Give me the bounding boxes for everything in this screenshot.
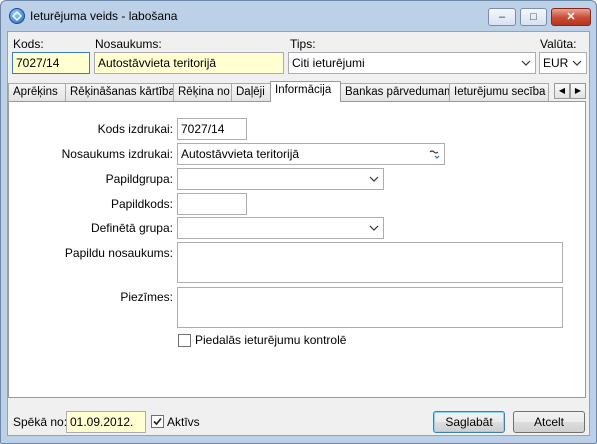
- valuta-label: Valūta:: [540, 37, 577, 51]
- tips-value: Citi ieturējumi: [292, 56, 365, 70]
- cancel-button[interactable]: Atcelt: [513, 411, 585, 433]
- papildkods-input[interactable]: [177, 193, 247, 215]
- tab-scroll-left-icon[interactable]: ◀: [554, 83, 570, 99]
- kontrole-label: Piedalās ieturējumu kontrolē: [195, 333, 347, 347]
- papildu-nosaukums-label: Papildu nosaukums:: [64, 246, 173, 260]
- check-icon: [153, 417, 162, 426]
- maximize-button[interactable]: □: [520, 8, 547, 26]
- kods-input[interactable]: 7027/14: [12, 52, 90, 74]
- nosaukums-izdrukai-value: Autostāvvieta teritorijā: [181, 147, 300, 161]
- valuta-select[interactable]: EUR: [539, 52, 587, 74]
- kods-izdrukai-label: Kods izdrukai:: [97, 122, 173, 136]
- aktivs-label: Aktīvs: [167, 415, 200, 429]
- papildu-nosaukums-textarea[interactable]: [177, 242, 563, 283]
- chevron-down-icon: [521, 60, 531, 66]
- nosaukums-label: Nosaukums:: [95, 37, 162, 51]
- speka-no-label: Spēkā no:: [13, 415, 68, 429]
- window-title: Ieturējuma veids - labošana: [30, 9, 178, 23]
- defineta-grupa-select[interactable]: [177, 217, 384, 239]
- valuta-value: EUR: [543, 56, 569, 70]
- dialog-body: Kods: 7027/14 Nosaukums: Autostāvvieta t…: [7, 31, 590, 436]
- informacija-panel: Kods izdrukai: 7027/14 Nosaukums izdruka…: [8, 101, 586, 398]
- defineta-grupa-label: Definētā grupa:: [90, 221, 173, 235]
- title-bar[interactable]: Ieturējuma veids - labošana – □ ✕: [1, 1, 596, 31]
- papildkods-label: Papildkods:: [110, 197, 173, 211]
- tab-bankas-parvedumam[interactable]: Bankas pārvedumam: [340, 83, 450, 101]
- tab-rekinasanas-kartiba[interactable]: Rēķināšanas kārtība: [65, 83, 174, 101]
- nosaukums-izdrukai-input[interactable]: Autostāvvieta teritorijā: [177, 143, 445, 165]
- maximize-icon: □: [530, 11, 537, 23]
- kontrole-checkbox[interactable]: [178, 334, 191, 347]
- tab-rekina-no[interactable]: Rēķina no: [173, 83, 232, 101]
- tab-ieturejumu-seciba[interactable]: Ieturējumu secība: [449, 83, 549, 101]
- aktivs-checkbox[interactable]: [151, 415, 164, 428]
- tab-strip: Aprēķins Rēķināšanas kārtība Rēķina no D…: [8, 81, 588, 102]
- tips-select[interactable]: Citi ieturējumi: [288, 52, 536, 74]
- nosaukums-izdrukai-label: Nosaukums izdrukai:: [61, 147, 173, 161]
- papildgrupa-select[interactable]: [177, 168, 384, 190]
- tab-scroll-right-icon[interactable]: ▶: [570, 83, 586, 99]
- chevron-down-icon: [369, 225, 379, 231]
- minimize-icon: –: [498, 11, 506, 23]
- piezimes-textarea[interactable]: [177, 287, 563, 328]
- save-button[interactable]: Saglabāt: [433, 411, 505, 433]
- piezimes-label: Piezīmes:: [120, 290, 173, 304]
- kods-izdrukai-input[interactable]: 7027/14: [177, 118, 247, 140]
- tab-informacija[interactable]: Informācija: [270, 81, 341, 102]
- chevron-down-icon: [572, 60, 582, 66]
- app-icon: [9, 8, 25, 24]
- minimize-button[interactable]: –: [488, 8, 516, 26]
- dialog-window: Ieturējuma veids - labošana – □ ✕ Kods: …: [0, 0, 597, 444]
- tab-aprekins[interactable]: Aprēķins: [8, 83, 66, 101]
- papildgrupa-label: Papildgrupa:: [105, 172, 173, 186]
- kods-label: Kods:: [13, 37, 44, 51]
- close-button[interactable]: ✕: [551, 8, 591, 26]
- tab-daleji[interactable]: Daļēji: [231, 83, 271, 101]
- nosaukums-input[interactable]: Autostāvvieta teritorijā: [94, 52, 284, 74]
- translate-icon[interactable]: [428, 147, 442, 161]
- chevron-down-icon: [369, 176, 379, 182]
- close-icon: ✕: [566, 11, 576, 23]
- tips-label: Tips:: [290, 37, 316, 51]
- speka-no-input[interactable]: 01.09.2012.: [66, 411, 146, 433]
